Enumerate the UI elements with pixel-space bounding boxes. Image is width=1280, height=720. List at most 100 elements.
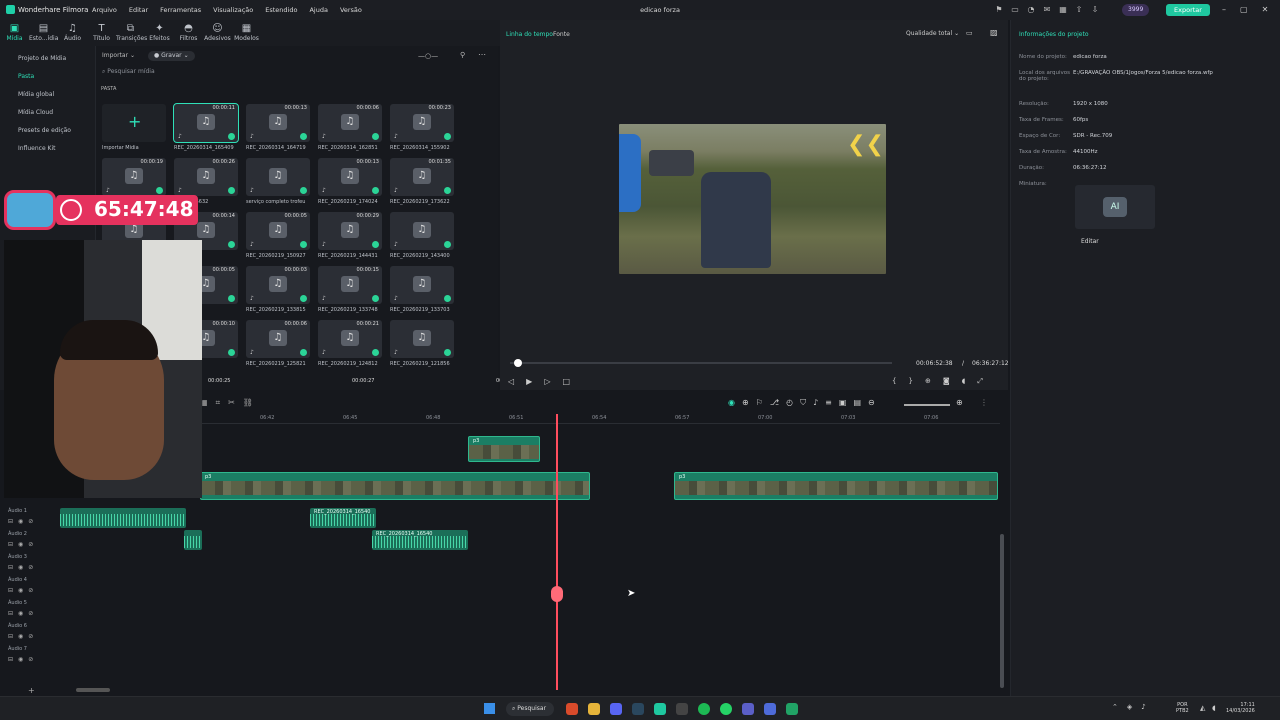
- shield-icon[interactable]: ⛉: [800, 398, 806, 408]
- tool-audio[interactable]: ♫ Áudio: [58, 20, 87, 46]
- volume-icon[interactable]: ◖: [962, 377, 966, 386]
- media-tile[interactable]: ♫ ♪ REC_20260219_143400: [388, 212, 454, 259]
- audio-clip[interactable]: [184, 530, 202, 550]
- media-tile[interactable]: ♫ ♪ serviço completo trofeu: [244, 158, 310, 205]
- spotify-icon[interactable]: [698, 703, 710, 715]
- playhead-handle[interactable]: [551, 586, 563, 602]
- media-tile[interactable]: ♫ ♪ 00:00:03 REC_20260219_133815: [244, 266, 310, 313]
- monitor-icon[interactable]: [764, 703, 776, 715]
- sidebar-item-pasta[interactable]: Pasta: [0, 68, 95, 86]
- zoom-icon[interactable]: ⊕: [925, 377, 931, 386]
- record-button[interactable]: ● Gravar ⌄: [148, 51, 195, 61]
- media-tile[interactable]: ♫ ♪ 00:00:13 REC_20260314_164719: [244, 104, 310, 151]
- vpn-icon[interactable]: [742, 703, 754, 715]
- layout-icon[interactable]: ▦: [1058, 5, 1068, 15]
- play-icon[interactable]: ▷: [544, 377, 550, 386]
- media-tile[interactable]: ♫ ♪ REC_20260219_133703: [388, 266, 454, 313]
- audio-clip[interactable]: [60, 508, 186, 528]
- steam-icon[interactable]: [632, 703, 644, 715]
- media-tile[interactable]: ♫ ♪ 00:00:15 REC_20260219_133748: [316, 266, 382, 313]
- video-clip[interactable]: p3: [468, 436, 540, 462]
- marker-icon[interactable]: ⚐: [756, 398, 763, 408]
- network-icon[interactable]: ◭: [1200, 704, 1205, 712]
- speaker-icon[interactable]: ◖: [1212, 704, 1216, 712]
- mixer-icon[interactable]: ≡: [825, 398, 832, 408]
- more-icon[interactable]: ⋯: [478, 50, 486, 59]
- prev-frame-icon[interactable]: ◁: [508, 377, 514, 386]
- snap-icon[interactable]: ⊕: [742, 398, 749, 408]
- media-tile[interactable]: ♫ ♪ 00:01:35 REC_20260219_173622: [388, 158, 454, 205]
- folder-icon[interactable]: [588, 703, 600, 715]
- media-tile[interactable]: ♫ ♪ 00:00:13 REC_20260219_174024: [316, 158, 382, 205]
- audio-clip[interactable]: REC_20260314_16540: [310, 508, 376, 528]
- device-icon[interactable]: ▭: [1010, 5, 1020, 15]
- split-icon[interactable]: ⎇: [770, 398, 779, 408]
- track-controls[interactable]: ⊟◉⊘: [8, 518, 38, 525]
- tray-app-icon[interactable]: ◈: [1127, 703, 1132, 711]
- video-clip[interactable]: p3: [200, 472, 590, 500]
- scrubber-handle[interactable]: [513, 359, 522, 367]
- export-button[interactable]: Exportar: [1166, 4, 1210, 16]
- render-icon[interactable]: ▣: [839, 398, 847, 408]
- track-controls[interactable]: ⊟◉⊘: [8, 541, 38, 548]
- notification-icon[interactable]: ◔: [1026, 5, 1036, 15]
- media-tile[interactable]: ♫ ♪ 00:00:29 REC_20260219_144431: [316, 212, 382, 259]
- import-dropdown[interactable]: Importar ⌄: [102, 52, 135, 59]
- quality-dropdown[interactable]: Qualidade total ⌄: [906, 30, 959, 37]
- upload-icon[interactable]: ⇧: [1074, 5, 1084, 15]
- brave-icon[interactable]: [566, 703, 578, 715]
- gift-icon[interactable]: ⚑: [994, 5, 1004, 15]
- close-icon[interactable]: ✕: [1262, 5, 1269, 14]
- track-controls[interactable]: ⊟◉⊘: [8, 564, 38, 571]
- speed-icon[interactable]: ◴: [786, 398, 793, 408]
- snapshot-icon[interactable]: ▭: [966, 29, 973, 37]
- sidebar-item-midia-cloud[interactable]: Mídia Cloud: [0, 104, 95, 122]
- menu-ferramentas[interactable]: Ferramentas: [160, 6, 201, 14]
- tab-timeline[interactable]: Linha do tempo: [506, 31, 553, 38]
- vertical-scrollbar[interactable]: [1000, 534, 1004, 688]
- horizontal-scrollbar[interactable]: [76, 688, 110, 692]
- camera-icon[interactable]: ◙: [943, 377, 950, 386]
- menu-estendido[interactable]: Estendido: [265, 6, 297, 14]
- sidebar-item-midia-global[interactable]: Mídia global: [0, 86, 95, 104]
- media-tile[interactable]: ♫ ♪ 00:00:06 REC_20260314_162851: [316, 104, 382, 151]
- menu-editar[interactable]: Editar: [129, 6, 148, 14]
- language-indicator[interactable]: POR PTB2: [1176, 702, 1189, 714]
- crop-icon[interactable]: ⌗: [216, 398, 221, 408]
- track-controls[interactable]: ⊟◉⊘: [8, 633, 38, 640]
- mark-out-icon[interactable]: }: [908, 377, 912, 386]
- credits-badge[interactable]: 3999: [1122, 4, 1150, 16]
- menu-versao[interactable]: Versão: [340, 6, 362, 14]
- mail-icon[interactable]: ✉: [1042, 5, 1052, 15]
- obs-icon[interactable]: [676, 703, 688, 715]
- menu-arquivo[interactable]: Arquivo: [92, 6, 117, 14]
- media-tile[interactable]: ♫ ♪ 00:00:11 REC_20260314_165409: [172, 103, 239, 151]
- taskbar-search[interactable]: ⌕ Pesquisar: [506, 702, 554, 716]
- media-search[interactable]: ⌕ Pesquisar mídia: [102, 68, 486, 78]
- audio-clip[interactable]: REC_20260314_16540: [372, 530, 468, 550]
- tool-midia[interactable]: ▣ Mídia: [0, 20, 29, 46]
- taskbar-clock[interactable]: 17:11 14/03/2026: [1226, 702, 1255, 714]
- media-tile[interactable]: ♫ ♪ 00:00:05 REC_20260219_150927: [244, 212, 310, 259]
- windows-start-icon[interactable]: [484, 703, 495, 714]
- tray-mic-icon[interactable]: ♪: [1141, 703, 1145, 711]
- track-controls[interactable]: ⊟◉⊘: [8, 587, 38, 594]
- timeline-zoom-slider[interactable]: [904, 404, 950, 406]
- thumbnail-box[interactable]: AI: [1075, 185, 1155, 229]
- import-media-tile[interactable]: + Importar Mídia: [100, 104, 166, 151]
- playhead[interactable]: [556, 414, 558, 690]
- mark-in-icon[interactable]: {: [892, 377, 896, 386]
- media-tile[interactable]: ♫ ♪ 00:00:06 REC_20260219_125821: [244, 320, 310, 367]
- tool-effects[interactable]: ✦ Efeitos: [145, 20, 174, 46]
- tool-transitions[interactable]: ⧉ Transições: [116, 20, 147, 46]
- sidebar-item-projeto[interactable]: Projeto de Mídia: [0, 50, 95, 68]
- view-slider[interactable]: —○—: [418, 52, 438, 60]
- media-tile[interactable]: ♫ ♪ REC_20260219_121856: [388, 320, 454, 367]
- link-icon[interactable]: ⛓: [243, 398, 253, 408]
- track-controls[interactable]: ⊟◉⊘: [8, 610, 38, 617]
- discord-icon[interactable]: [610, 703, 622, 715]
- image-icon[interactable]: ▨: [990, 28, 998, 37]
- media-tile[interactable]: ♫ ♪ 00:00:21 REC_20260219_124812: [316, 320, 382, 367]
- more-options-icon[interactable]: ⋮: [980, 398, 988, 407]
- filmora-icon[interactable]: [654, 703, 666, 715]
